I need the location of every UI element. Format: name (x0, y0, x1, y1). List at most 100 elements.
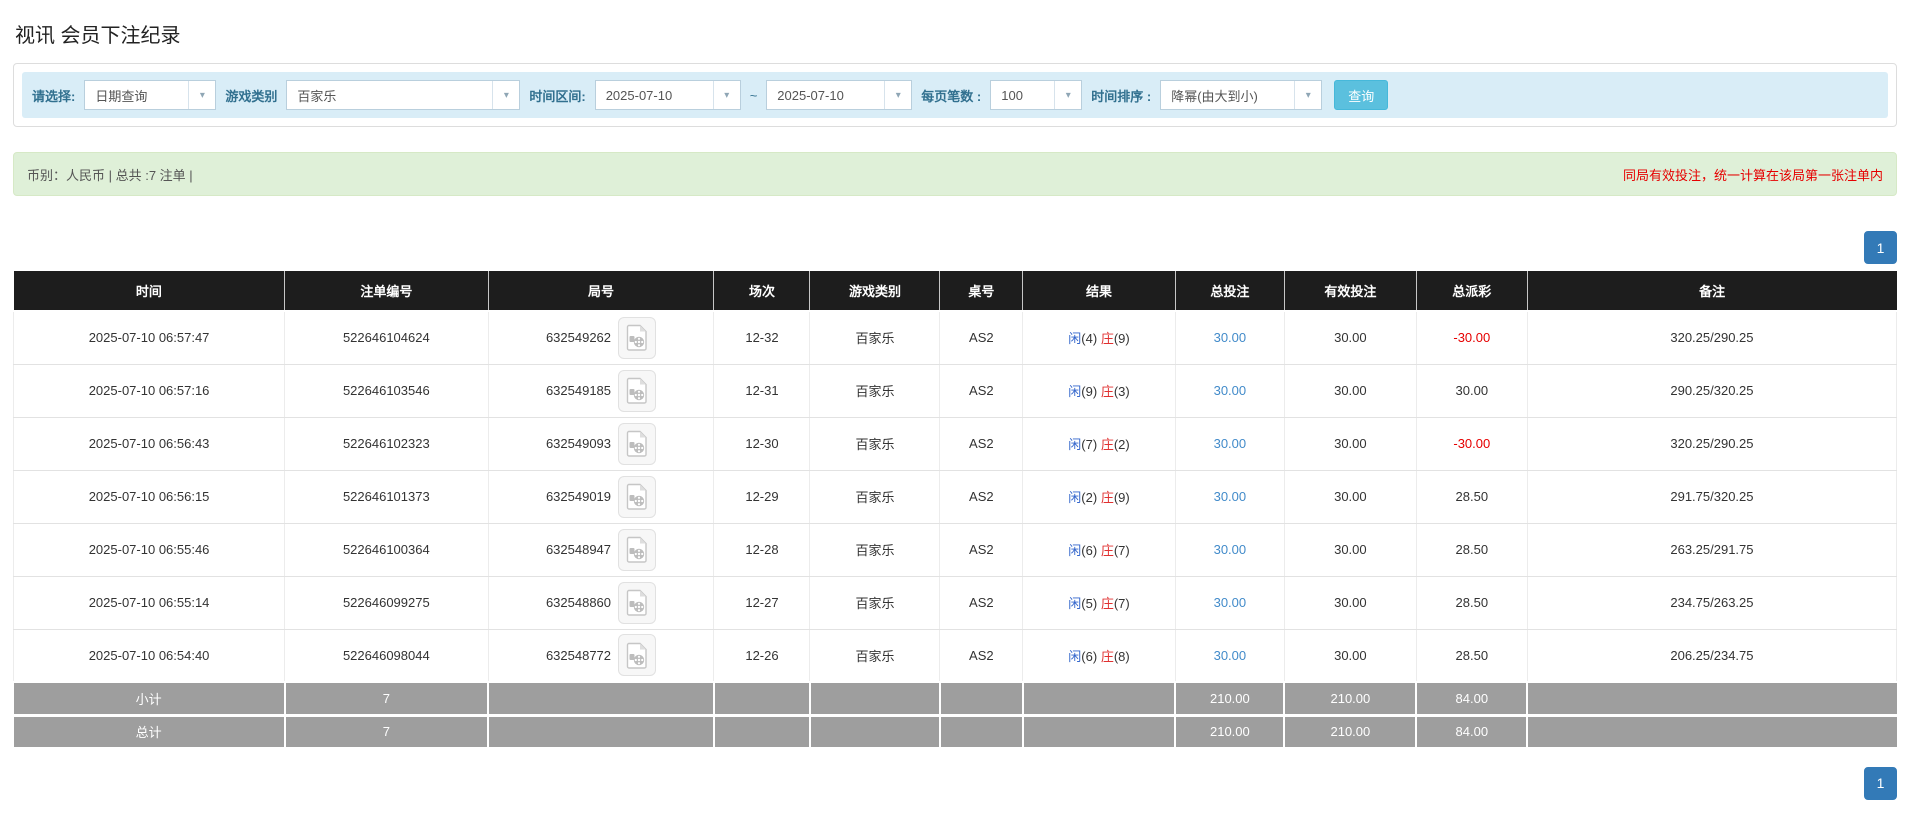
cell-bet-id: 522646104624 (285, 311, 488, 364)
time-sort-dropdown[interactable]: 降幂(由大到小) ▾ (1160, 80, 1322, 110)
total-bet-link[interactable]: 30.00 (1214, 383, 1247, 398)
subtotal-empty-cell (488, 682, 714, 715)
header-session: 场次 (714, 271, 810, 311)
cell-bet-id: 522646102323 (285, 417, 488, 470)
cell-session: 12-27 (714, 576, 810, 629)
total-total-bet: 210.00 (1175, 715, 1284, 748)
header-remark: 备注 (1527, 271, 1896, 311)
cell-result: 闲(6) 庄(7) (1023, 523, 1176, 576)
total-bet-link[interactable]: 30.00 (1214, 648, 1247, 663)
time-sort-value: 降幂(由大到小) (1161, 81, 1294, 109)
payout-value: 28.50 (1456, 595, 1489, 610)
cell-payout: 28.50 (1416, 523, 1527, 576)
total-label: 总计 (14, 715, 285, 748)
table-row: 2025-07-10 06:55:14 522646099275 6325488… (14, 576, 1897, 629)
subtotal-count: 7 (285, 682, 488, 715)
cell-round-id: 632548947 (488, 523, 714, 576)
total-bet-link[interactable]: 30.00 (1214, 436, 1247, 451)
video-replay-button[interactable] (618, 370, 656, 412)
cell-valid-bet: 30.00 (1284, 576, 1416, 629)
select-type-dropdown[interactable]: 日期查询 ▾ (84, 80, 216, 110)
result-banker-label: 庄 (1101, 437, 1114, 452)
chevron-down-icon: ▾ (1054, 81, 1081, 109)
header-result: 结果 (1023, 271, 1176, 311)
cell-game: 百家乐 (810, 576, 940, 629)
cell-total-bet: 30.00 (1175, 470, 1284, 523)
search-button[interactable]: 查询 (1334, 80, 1388, 110)
total-bet-link[interactable]: 30.00 (1214, 595, 1247, 610)
cell-remark: 290.25/320.25 (1527, 364, 1896, 417)
cell-bet-id: 522646103546 (285, 364, 488, 417)
cell-time: 2025-07-10 06:57:16 (14, 364, 285, 417)
subtotal-empty-cell (1527, 682, 1896, 715)
cell-bet-id: 522646098044 (285, 629, 488, 682)
per-page-dropdown[interactable]: 100 ▾ (990, 80, 1082, 110)
cell-session: 12-30 (714, 417, 810, 470)
chevron-down-icon: ▾ (1294, 81, 1321, 109)
page-1-button[interactable]: 1 (1864, 231, 1897, 264)
total-bet-link[interactable]: 30.00 (1214, 330, 1247, 345)
video-file-icon (626, 324, 648, 351)
result-banker-value: (9) (1114, 331, 1130, 346)
header-valid-bet: 有效投注 (1284, 271, 1416, 311)
table-row: 2025-07-10 06:56:43 522646102323 6325490… (14, 417, 1897, 470)
per-page-label: 每页笔数 : (921, 86, 981, 105)
subtotal-valid-bet: 210.00 (1284, 682, 1416, 715)
header-table-no: 桌号 (940, 271, 1023, 311)
date-from-dropdown[interactable]: 2025-07-10 ▾ (595, 80, 741, 110)
chevron-down-icon: ▾ (492, 81, 519, 109)
round-id-text: 632549093 (546, 436, 611, 451)
cell-total-bet: 30.00 (1175, 364, 1284, 417)
valid-bet-notice: 同局有效投注，统一计算在该局第一张注单内 (1623, 165, 1883, 184)
video-replay-button[interactable] (618, 634, 656, 676)
cell-session: 12-32 (714, 311, 810, 364)
video-replay-button[interactable] (618, 582, 656, 624)
cell-session: 12-26 (714, 629, 810, 682)
total-bet-link[interactable]: 30.00 (1214, 542, 1247, 557)
cell-result: 闲(9) 庄(3) (1023, 364, 1176, 417)
result-player-label: 闲 (1068, 543, 1081, 558)
date-to-dropdown[interactable]: 2025-07-10 ▾ (766, 80, 912, 110)
cell-result: 闲(6) 庄(8) (1023, 629, 1176, 682)
subtotal-payout: 84.00 (1416, 682, 1527, 715)
cell-bet-id: 522646099275 (285, 576, 488, 629)
table-row: 2025-07-10 06:55:46 522646100364 6325489… (14, 523, 1897, 576)
payout-value: 28.50 (1456, 542, 1489, 557)
result-player-value: (9) (1081, 384, 1097, 399)
header-round-id: 局号 (488, 271, 714, 311)
video-replay-button[interactable] (618, 529, 656, 571)
filter-panel: 请选择: 日期查询 ▾ 游戏类别 百家乐 ▾ 时间区间: 2025-07-10 … (13, 63, 1897, 127)
header-time: 时间 (14, 271, 285, 311)
result-banker-label: 庄 (1101, 490, 1114, 505)
page-title: 视讯 会员下注纪录 (13, 0, 1897, 63)
cell-session: 12-29 (714, 470, 810, 523)
result-banker-value: (9) (1114, 490, 1130, 505)
cell-table-no: AS2 (940, 629, 1023, 682)
video-file-icon (626, 642, 648, 669)
table-body: 2025-07-10 06:57:47 522646104624 6325492… (14, 311, 1897, 682)
total-empty-cell (1527, 715, 1896, 748)
cell-round-id: 632549185 (488, 364, 714, 417)
video-replay-button[interactable] (618, 317, 656, 359)
total-bet-link[interactable]: 30.00 (1214, 489, 1247, 504)
subtotal-empty-cell (940, 682, 1023, 715)
table-row: 2025-07-10 06:57:16 522646103546 6325491… (14, 364, 1897, 417)
game-category-value: 百家乐 (287, 81, 492, 109)
game-category-dropdown[interactable]: 百家乐 ▾ (286, 80, 520, 110)
result-banker-value: (3) (1114, 384, 1130, 399)
bet-records-table: 时间 注单编号 局号 场次 游戏类别 桌号 结果 总投注 有效投注 总派彩 备注… (13, 271, 1897, 750)
page-1-button[interactable]: 1 (1864, 767, 1897, 800)
subtotal-row: 小计 7 210.00 210.00 84.00 (14, 682, 1897, 715)
subtotal-empty-cell (714, 682, 810, 715)
cell-time: 2025-07-10 06:57:47 (14, 311, 285, 364)
cell-total-bet: 30.00 (1175, 417, 1284, 470)
cell-game: 百家乐 (810, 417, 940, 470)
video-file-icon (626, 483, 648, 510)
cell-total-bet: 30.00 (1175, 629, 1284, 682)
cell-valid-bet: 30.00 (1284, 417, 1416, 470)
cell-round-id: 632549019 (488, 470, 714, 523)
video-replay-button[interactable] (618, 476, 656, 518)
video-replay-button[interactable] (618, 423, 656, 465)
result-player-value: (5) (1081, 596, 1097, 611)
result-player-value: (6) (1081, 543, 1097, 558)
